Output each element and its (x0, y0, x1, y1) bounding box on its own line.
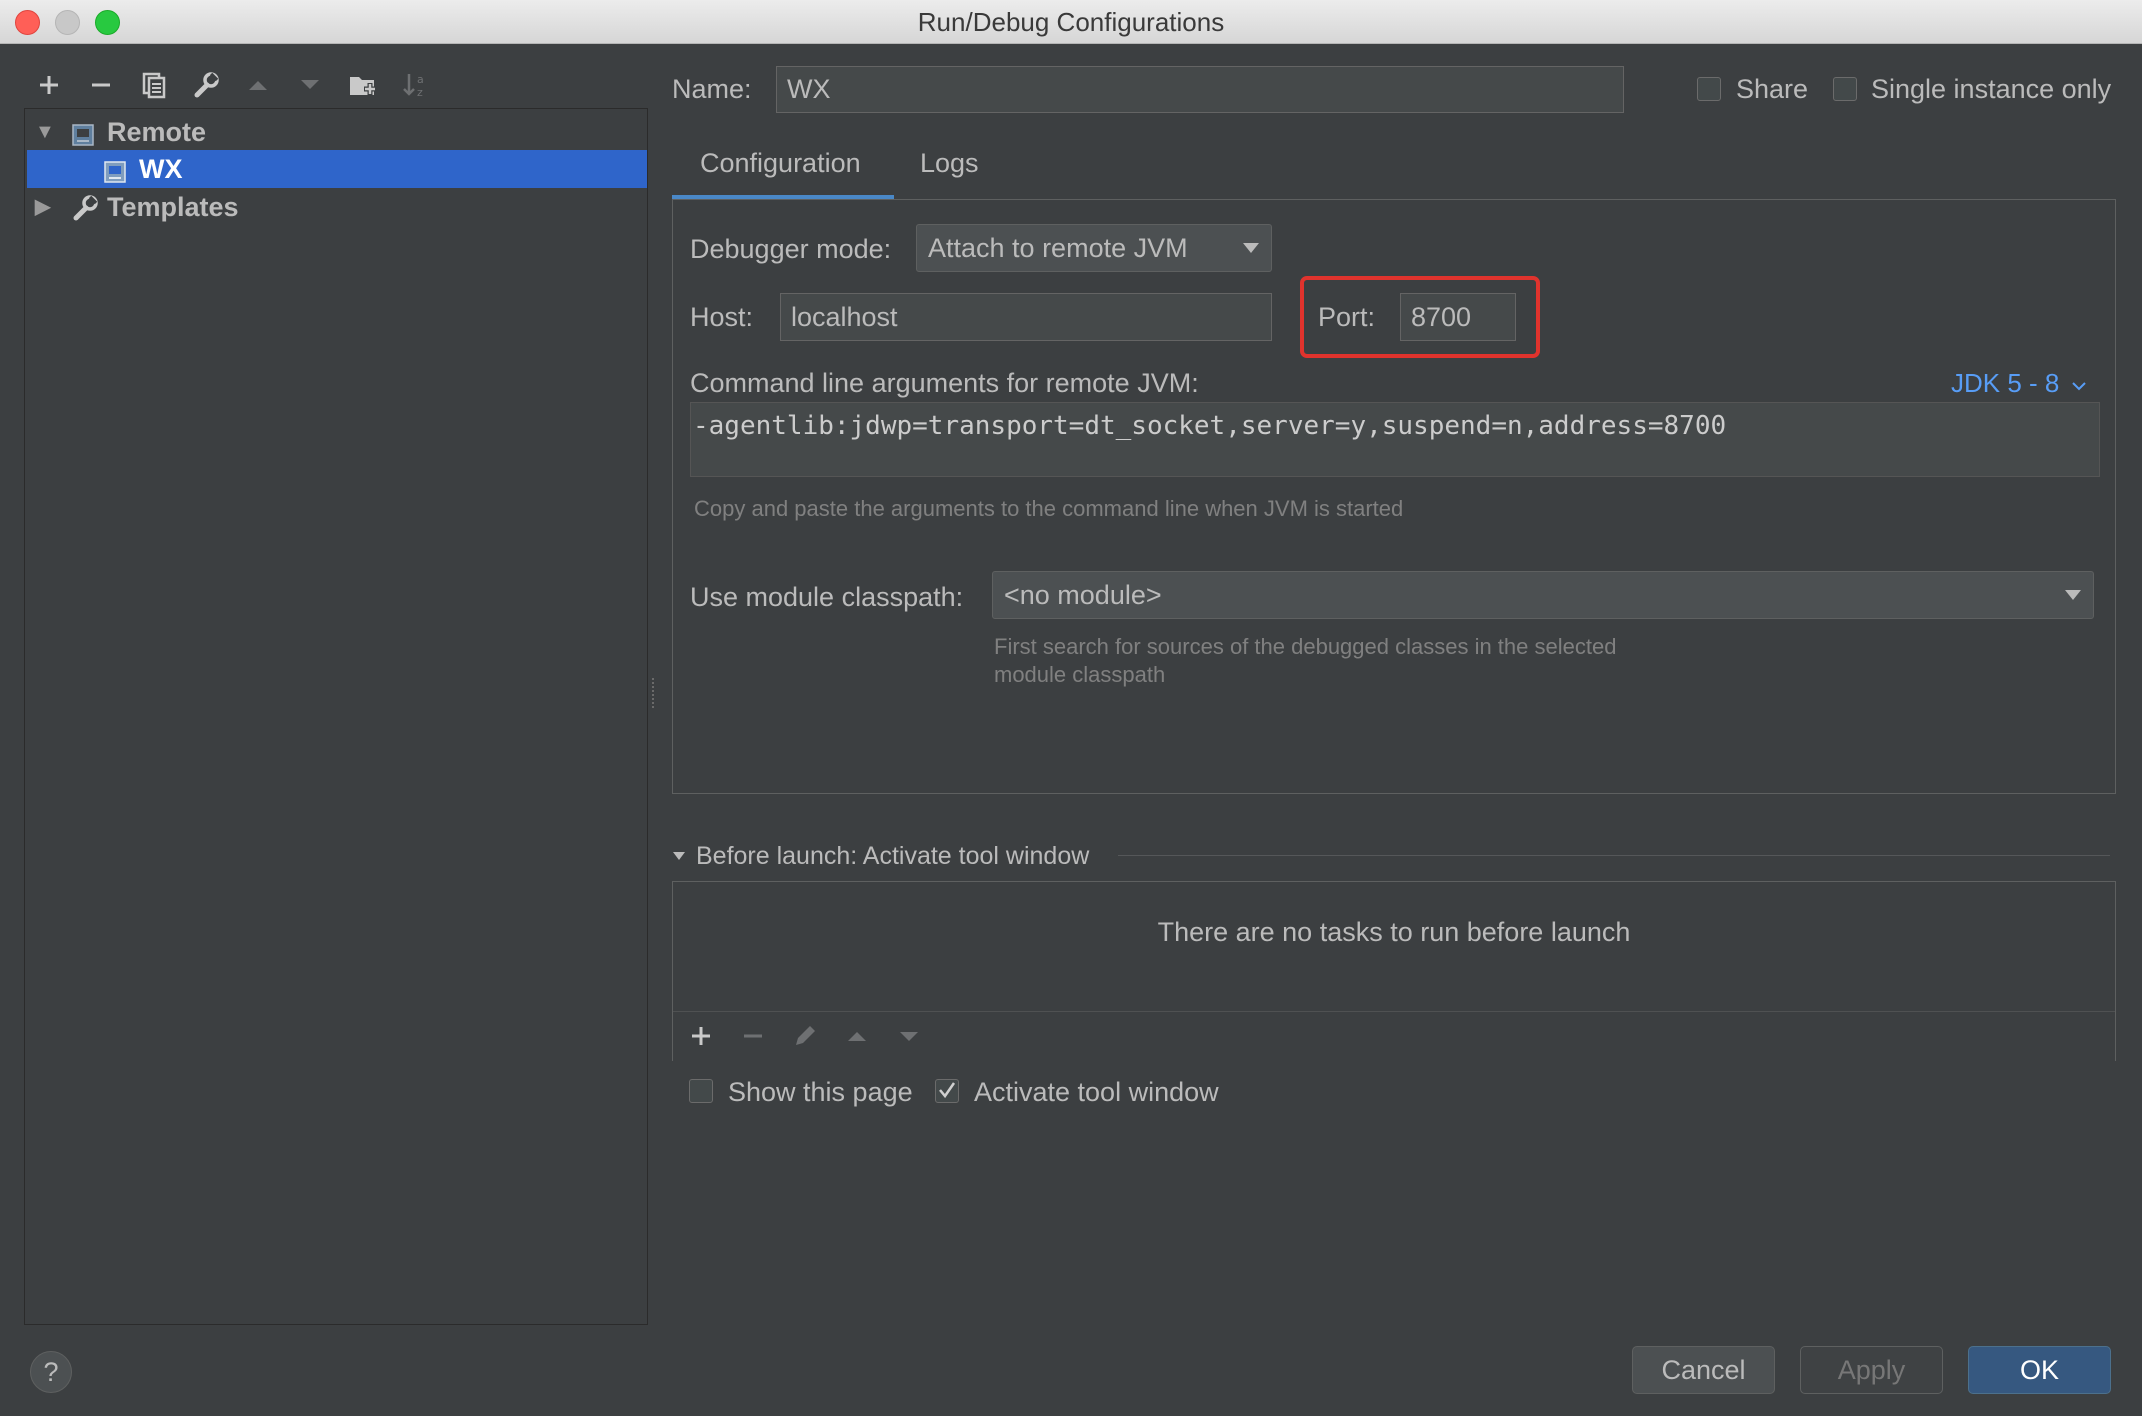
empty-tasks-text: There are no tasks to run before launch (1157, 917, 1631, 947)
jdk-version-link[interactable]: JDK 5 - 8 (1951, 368, 2087, 399)
move-up-icon (241, 68, 275, 102)
remove-icon (735, 1018, 771, 1054)
tab-logs[interactable]: Logs (920, 148, 979, 179)
chevron-down-icon (1243, 243, 1259, 253)
chevron-down-icon (2065, 590, 2081, 600)
before-launch-title: Before launch: Activate tool window (696, 842, 1090, 870)
activate-tool-window-label: Activate tool window (974, 1077, 1219, 1107)
ok-button[interactable]: OK (1968, 1346, 2111, 1394)
checkmark-icon (939, 1082, 956, 1099)
panel-splitter[interactable] (652, 678, 658, 708)
move-up-icon (839, 1018, 875, 1054)
show-page-label: Show this page (728, 1077, 913, 1107)
before-launch-toolbar (673, 1011, 2115, 1061)
cancel-button[interactable]: Cancel (1632, 1346, 1775, 1394)
module-classpath-select[interactable]: <no module> (992, 571, 2094, 619)
share-label: Share (1736, 74, 1809, 104)
module-classpath-value: <no module> (1004, 580, 1162, 610)
debugger-mode-select[interactable]: Attach to remote JVM (916, 224, 1272, 272)
remove-icon[interactable] (84, 68, 118, 102)
tree-item-label: Templates (107, 192, 239, 222)
add-icon[interactable] (683, 1018, 719, 1054)
single-instance-label: Single instance only (1871, 74, 2112, 104)
copy-icon[interactable] (137, 68, 171, 102)
before-launch-toggle-icon[interactable] (672, 848, 685, 860)
host-input[interactable]: localhost (780, 293, 1272, 341)
collapse-arrow-icon[interactable]: ▶ (35, 188, 55, 226)
tab-configuration[interactable]: Configuration (700, 148, 861, 179)
svg-text:z: z (417, 86, 423, 99)
cmd-args-field[interactable]: -agentlib:jdwp=transport=dt_socket,serve… (690, 402, 2100, 477)
single-instance-checkbox[interactable] (1833, 77, 1857, 101)
svg-text:a: a (417, 73, 424, 86)
tree-item-wx[interactable]: WX (27, 150, 647, 188)
tree-item-label: Remote (107, 117, 207, 147)
folder-add-icon[interactable] (346, 68, 380, 102)
activate-tool-window-checkbox[interactable] (935, 1079, 959, 1103)
cmd-args-label: Command line arguments for remote JVM: (690, 368, 1199, 398)
window-title: Run/Debug Configurations (917, 7, 1225, 37)
tree-item-label: WX (139, 154, 183, 184)
name-input[interactable]: WX (776, 66, 1624, 113)
expand-arrow-icon[interactable]: ▼ (35, 113, 55, 151)
debugger-mode-value: Attach to remote JVM (928, 233, 1188, 263)
add-icon[interactable] (32, 68, 66, 102)
name-label: Name: (672, 74, 752, 104)
wrench-icon (71, 194, 99, 232)
show-page-checkbox[interactable] (689, 1079, 713, 1103)
apply-button: Apply (1800, 1346, 1943, 1394)
move-down-icon (293, 68, 327, 102)
chevron-down-icon (2071, 382, 2086, 391)
wrench-icon[interactable] (189, 68, 223, 102)
tree-item-templates[interactable]: ▶ Templates (27, 188, 647, 226)
jdk-version-label: JDK 5 - 8 (1951, 368, 2060, 398)
separator-line (1118, 855, 2110, 856)
move-down-icon (891, 1018, 927, 1054)
sort-icon: az (398, 68, 432, 102)
module-hint-line-1: First search for sources of the debugged… (994, 634, 1617, 659)
tree-item-remote[interactable]: ▼ Remote (27, 113, 647, 151)
port-label: Port: (1318, 302, 1376, 332)
help-button[interactable]: ? (30, 1351, 72, 1393)
debugger-mode-label: Debugger mode: (690, 234, 892, 264)
before-launch-task-list[interactable]: There are no tasks to run before launch (672, 881, 2116, 1061)
title-bar: Run/Debug Configurations (0, 0, 2142, 44)
module-hint-line-2: module classpath (994, 662, 1166, 687)
configuration-tree[interactable]: ▼ Remote WX ▶ Templates (24, 108, 648, 1325)
module-classpath-label: Use module classpath: (690, 582, 964, 612)
edit-icon (787, 1018, 823, 1054)
port-input[interactable]: 8700 (1400, 293, 1516, 341)
share-checkbox[interactable] (1697, 77, 1721, 101)
cmd-args-hint: Copy and paste the arguments to the comm… (694, 496, 1404, 521)
host-label: Host: (690, 302, 754, 332)
